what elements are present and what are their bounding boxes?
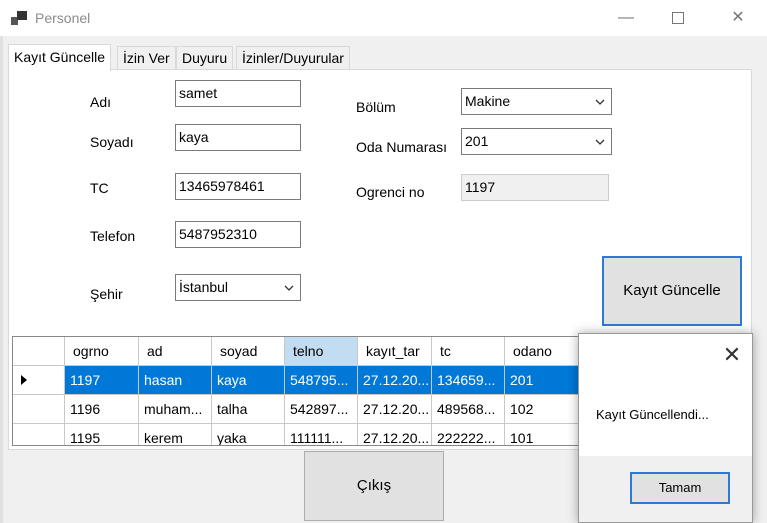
cell-tc[interactable]: 134659... bbox=[432, 366, 505, 395]
cell-soyad[interactable]: talha bbox=[212, 395, 285, 424]
cell-ad[interactable]: hasan bbox=[139, 366, 212, 395]
oda-select-value: 201 bbox=[465, 133, 489, 149]
table-row[interactable]: 1197 hasan kaya 548795... 27.12.20... 13… bbox=[13, 366, 601, 395]
ogrenci-label: Ogrenci no bbox=[356, 184, 425, 200]
minimize-button[interactable]: — bbox=[603, 0, 649, 36]
column-header-kayit-tar[interactable]: kayıt_tar bbox=[358, 337, 432, 366]
message-text: Kayıt Güncellendi... bbox=[596, 407, 709, 422]
ogrenci-field[interactable]: 1197 bbox=[461, 174, 609, 201]
row-header-current[interactable] bbox=[13, 366, 65, 395]
cikis-button[interactable]: Çıkış bbox=[304, 451, 444, 521]
grid-corner bbox=[13, 337, 65, 366]
tab-kayit-guncelle[interactable]: Kayıt Güncelle bbox=[8, 44, 112, 71]
cell-soyad[interactable]: kaya bbox=[212, 366, 285, 395]
tab-izin-ver[interactable]: İzin Ver bbox=[117, 46, 176, 70]
ok-button[interactable]: Tamam bbox=[630, 472, 730, 504]
tc-label: TC bbox=[90, 180, 109, 196]
ad-field[interactable]: samet bbox=[175, 80, 301, 107]
close-button[interactable]: ✕ bbox=[715, 0, 761, 36]
message-dialog-body: ✕ Kayıt Güncellendi... bbox=[579, 334, 752, 456]
column-header-ad[interactable]: ad bbox=[139, 337, 212, 366]
cell-telno[interactable]: 542897... bbox=[285, 395, 358, 424]
close-icon[interactable]: ✕ bbox=[717, 340, 747, 370]
window-edge bbox=[0, 36, 3, 523]
ad-label: Adı bbox=[90, 94, 112, 110]
cell-telno[interactable]: 111111... bbox=[285, 424, 358, 445]
cell-kayit-tar[interactable]: 27.12.20... bbox=[358, 395, 432, 424]
oda-label: Oda Numarası bbox=[356, 139, 448, 155]
row-header[interactable] bbox=[13, 395, 65, 424]
cell-ogrno[interactable]: 1196 bbox=[65, 395, 139, 424]
column-header-soyad[interactable]: soyad bbox=[212, 337, 285, 366]
window-title: Personel bbox=[35, 10, 91, 26]
chevron-down-icon bbox=[595, 99, 605, 105]
title-bar: Personel — ✕ bbox=[0, 0, 767, 36]
main-window: Personel — ✕ Kayıt Güncelle İzin Ver Duy… bbox=[0, 0, 767, 523]
table-row[interactable]: 1195 kerem yaka 111111... 27.12.20... 22… bbox=[13, 424, 601, 445]
chevron-down-icon bbox=[284, 285, 294, 291]
cell-ogrno[interactable]: 1197 bbox=[65, 366, 139, 395]
cell-tc[interactable]: 489568... bbox=[432, 395, 505, 424]
cell-ad[interactable]: muham... bbox=[139, 395, 212, 424]
app-icon bbox=[11, 11, 27, 25]
kayit-guncelle-button[interactable]: Kayıt Güncelle bbox=[602, 256, 742, 326]
column-header-telno[interactable]: telno bbox=[285, 337, 358, 366]
maximize-button[interactable] bbox=[656, 0, 702, 36]
current-row-arrow-icon bbox=[21, 375, 27, 385]
maximize-icon bbox=[672, 12, 684, 24]
message-dialog: ✕ Kayıt Güncellendi... Tamam bbox=[578, 333, 753, 523]
bolum-select[interactable]: Makine bbox=[461, 88, 612, 115]
telefon-label: Telefon bbox=[90, 228, 136, 244]
cell-ad[interactable]: kerem bbox=[139, 424, 212, 445]
cell-telno[interactable]: 548795... bbox=[285, 366, 358, 395]
tc-field[interactable]: 13465978461 bbox=[175, 173, 301, 200]
cell-soyad[interactable]: yaka bbox=[212, 424, 285, 445]
sehir-label: Şehir bbox=[90, 286, 123, 302]
grid-header: ogrno ad soyad telno kayıt_tar tc odano bbox=[13, 337, 601, 366]
cell-ogrno[interactable]: 1195 bbox=[65, 424, 139, 445]
bolum-label: Bölüm bbox=[356, 99, 396, 115]
cell-kayit-tar[interactable]: 27.12.20... bbox=[358, 366, 432, 395]
soyad-field[interactable]: kaya bbox=[175, 124, 301, 151]
oda-select[interactable]: 201 bbox=[461, 128, 612, 155]
cell-kayit-tar[interactable]: 27.12.20... bbox=[358, 424, 432, 445]
student-grid[interactable]: ogrno ad soyad telno kayıt_tar tc odano … bbox=[12, 336, 602, 446]
soyad-label: Soyadı bbox=[90, 134, 134, 150]
chevron-down-icon bbox=[595, 139, 605, 145]
column-header-tc[interactable]: tc bbox=[432, 337, 505, 366]
telefon-field[interactable]: 5487952310 bbox=[175, 221, 301, 248]
tab-duyuru[interactable]: Duyuru bbox=[176, 46, 234, 70]
column-header-ogrno[interactable]: ogrno bbox=[65, 337, 139, 366]
cell-tc[interactable]: 222222... bbox=[432, 424, 505, 445]
table-row[interactable]: 1196 muham... talha 542897... 27.12.20..… bbox=[13, 395, 601, 424]
tab-izinler-duyurular[interactable]: İzinler/Duyurular bbox=[236, 46, 350, 70]
bolum-select-value: Makine bbox=[465, 93, 511, 109]
sehir-select[interactable]: İstanbul bbox=[175, 274, 301, 301]
row-header[interactable] bbox=[13, 424, 65, 445]
sehir-select-value: İstanbul bbox=[179, 279, 229, 295]
